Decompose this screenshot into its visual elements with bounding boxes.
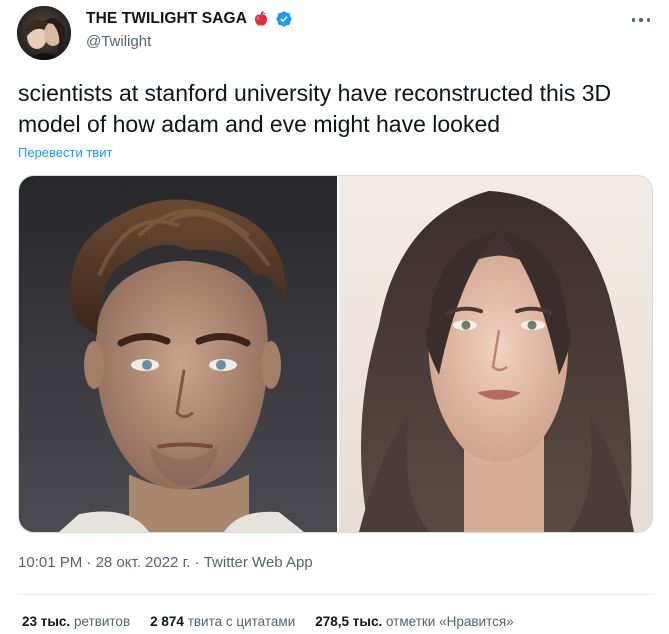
author-name-row[interactable]: THE TWILIGHT SAGA	[86, 10, 293, 28]
more-dot-icon	[639, 18, 643, 22]
more-dot-icon	[646, 18, 651, 22]
quote-tweets-label: твита с цитатами	[187, 614, 296, 629]
translate-tweet-link[interactable]: Перевести твит	[18, 145, 112, 160]
tweet-time[interactable]: 10:01 PM	[18, 554, 82, 571]
avatar-image	[17, 6, 71, 60]
more-dot-icon	[631, 18, 636, 22]
media-photo-left[interactable]	[19, 176, 337, 532]
media-photo-right[interactable]	[339, 176, 652, 532]
tweet-source-app[interactable]: Twitter Web App	[204, 554, 313, 571]
tweet-media	[18, 175, 653, 533]
meta-separator: ·	[82, 554, 96, 571]
tweet-timestamp-line: 10:01 PM · 28 окт. 2022 г. · Twitter Web…	[18, 554, 313, 571]
quote-tweets-stat[interactable]: 2 874 твита с цитатами	[150, 614, 295, 629]
divider	[18, 594, 653, 595]
meta-separator: ·	[190, 554, 204, 571]
likes-stat[interactable]: 278,5 тыс. отметки «Нравится»	[315, 614, 513, 629]
male-portrait-image	[19, 176, 337, 532]
tweet-date[interactable]: 28 окт. 2022 г.	[96, 554, 191, 571]
retweets-label: ретвитов	[73, 614, 131, 629]
likes-count: 278,5 тыс.	[315, 614, 383, 629]
verified-badge-icon	[275, 10, 293, 28]
author-display-name[interactable]: THE TWILIGHT SAGA	[86, 10, 247, 28]
tweet-text: scientists at stanford university have r…	[18, 80, 612, 137]
female-portrait-image	[339, 176, 652, 532]
quote-tweets-count: 2 874	[150, 614, 184, 629]
avatar[interactable]	[17, 6, 71, 60]
more-options-button[interactable]	[626, 10, 656, 30]
tweet-stats: 23 тыс. ретвитов 2 874 твита с цитатами …	[22, 614, 514, 629]
likes-label: отметки «Нравится»	[385, 614, 514, 629]
red-apple-icon	[252, 10, 270, 28]
retweets-count: 23 тыс.	[22, 614, 71, 629]
retweets-stat[interactable]: 23 тыс. ретвитов	[22, 614, 130, 629]
author-handle[interactable]: @Twilight	[86, 33, 151, 50]
